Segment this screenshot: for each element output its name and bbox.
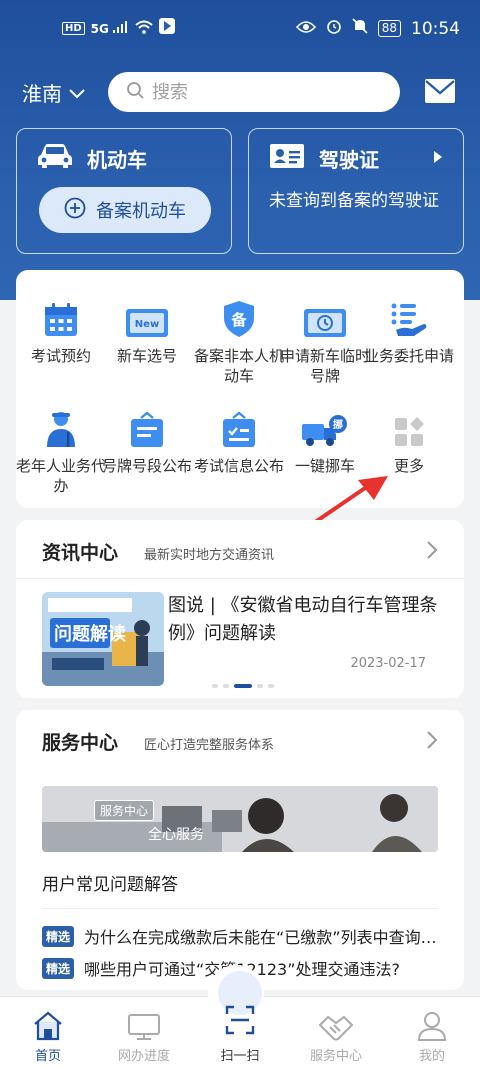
featured-badge: 精选 bbox=[42, 957, 75, 979]
svg-text:挪: 挪 bbox=[333, 418, 343, 431]
carousel-dot-active bbox=[234, 684, 252, 688]
carousel-dots bbox=[212, 684, 274, 688]
carousel-dot bbox=[257, 684, 263, 688]
tab-profile[interactable]: 我的 bbox=[384, 997, 480, 1064]
service-more[interactable]: 更多 bbox=[364, 404, 454, 476]
search-bar[interactable] bbox=[108, 72, 400, 112]
service-elderly[interactable]: 老年人业务代办 bbox=[16, 404, 106, 496]
svg-text:New: New bbox=[135, 319, 159, 330]
exam-notice-icon bbox=[194, 404, 284, 448]
service-register-others-vehicle[interactable]: 备 备案非本人机动车 bbox=[194, 294, 284, 386]
tab-home[interactable]: 首页 bbox=[0, 997, 96, 1064]
tab-progress[interactable]: 网办进度 bbox=[96, 997, 192, 1064]
app-notification-icon bbox=[159, 18, 176, 39]
search-icon bbox=[126, 81, 144, 103]
tab-scan[interactable]: 扫一扫 bbox=[192, 965, 288, 1064]
carousel-dot bbox=[268, 684, 274, 688]
delegate-icon bbox=[364, 294, 454, 338]
wifi-icon bbox=[135, 19, 153, 39]
service-exam-booking[interactable]: 考试预约 bbox=[16, 294, 106, 366]
service-delegate[interactable]: 业务委托申请 bbox=[364, 294, 454, 366]
service-exam-notice[interactable]: 考试信息公布 bbox=[194, 404, 284, 476]
license-card[interactable]: 驾驶证 未查询到备案的驾驶证 bbox=[248, 128, 464, 254]
scan-icon bbox=[192, 997, 288, 1041]
faq-title[interactable]: 用户常见问题解答 bbox=[42, 870, 178, 895]
news-section-title: 资讯中心 bbox=[42, 542, 119, 564]
service-banner-text: 全心服务 bbox=[148, 827, 204, 843]
eye-icon bbox=[295, 19, 316, 39]
service-temp-plate[interactable]: 申请新车临时号牌 bbox=[280, 294, 370, 386]
mail-icon[interactable] bbox=[424, 78, 456, 108]
move-car-icon: 挪 bbox=[280, 404, 370, 448]
monitor-icon bbox=[96, 997, 192, 1041]
service-section-subtitle: 匠心打造完整服务体系 bbox=[144, 738, 275, 753]
news-thumbnail[interactable]: 问题解读 bbox=[42, 592, 164, 686]
id-card-icon bbox=[269, 143, 305, 174]
news-headline[interactable]: 图说 | 《安徽省电动自行车管理条例》问题解读 bbox=[168, 592, 440, 648]
faq-question: 为什么在完成缴款后未能在“已缴款”列表中查询… bbox=[84, 928, 437, 947]
chevron-right-icon[interactable] bbox=[426, 540, 438, 564]
news-thumbnail-caption: 问题解读 bbox=[54, 624, 126, 645]
city-selector[interactable]: 淮南 bbox=[22, 78, 86, 107]
new-plate-icon: New bbox=[102, 294, 192, 338]
network-indicator: 5G bbox=[91, 21, 129, 36]
temp-plate-icon bbox=[280, 294, 370, 338]
home-icon bbox=[0, 997, 96, 1041]
clock: 10:54 bbox=[411, 18, 460, 39]
news-center-card[interactable]: 资讯中心 最新实时地方交通资讯 问题解读 图说 | 《安徽省电动自行车管理条例》… bbox=[16, 520, 464, 698]
carousel-dot bbox=[223, 684, 229, 688]
featured-badge: 精选 bbox=[42, 925, 75, 947]
hd-indicator: HD bbox=[62, 22, 85, 35]
divider bbox=[16, 578, 464, 579]
status-bar: HD 5G 88 10:54 bbox=[0, 0, 480, 56]
search-input[interactable] bbox=[152, 81, 372, 103]
service-new-plate[interactable]: New 新车选号 bbox=[102, 294, 192, 366]
service-section-title: 服务中心 bbox=[42, 732, 119, 754]
service-banner[interactable]: 服务中心 全心服务 bbox=[42, 786, 438, 852]
carousel-dot bbox=[212, 684, 218, 688]
user-icon bbox=[384, 997, 480, 1041]
mute-icon bbox=[352, 18, 368, 39]
services-grid: 考试预约 New 新车选号 备 备案非本人机动车 申请新车临时号牌 业务委托申请… bbox=[16, 270, 464, 508]
service-plate-notice[interactable]: 号牌号段公布 bbox=[102, 404, 192, 476]
faq-item[interactable]: 精选 为什么在完成缴款后未能在“已缴款”列表中查询… bbox=[42, 924, 442, 948]
vehicle-card-title: 机动车 bbox=[37, 143, 147, 174]
chevron-right-icon[interactable] bbox=[426, 730, 438, 754]
news-section-subtitle: 最新实时地方交通资讯 bbox=[144, 548, 275, 563]
shield-register-icon: 备 bbox=[194, 294, 284, 338]
svg-text:备: 备 bbox=[230, 311, 247, 329]
news-date: 2023-02-17 bbox=[350, 656, 426, 671]
alarm-icon bbox=[326, 18, 342, 39]
plus-circle-icon bbox=[64, 197, 86, 224]
service-banner-tag: 服务中心 bbox=[94, 800, 155, 821]
bottom-tab-bar: 首页 网办进度 扫一扫 服务中心 我的 bbox=[0, 965, 480, 1067]
battery-indicator: 88 bbox=[377, 20, 401, 37]
vehicle-card[interactable]: 机动车 备案机动车 bbox=[16, 128, 232, 254]
divider bbox=[42, 908, 438, 909]
handshake-icon bbox=[288, 997, 384, 1041]
chevron-right-icon bbox=[433, 149, 443, 168]
car-icon bbox=[37, 143, 73, 174]
service-center-card[interactable]: 服务中心 匠心打造完整服务体系 服务中心 全心服务 用户常见问题解答 精选 为什… bbox=[16, 710, 464, 990]
tab-service-center[interactable]: 服务中心 bbox=[288, 997, 384, 1064]
license-status-text: 未查询到备案的驾驶证 bbox=[269, 191, 439, 211]
license-card-title: 驾驶证 bbox=[269, 143, 379, 174]
top-bar: 淮南 bbox=[0, 70, 480, 114]
elderly-icon bbox=[16, 404, 106, 448]
calendar-icon bbox=[16, 294, 106, 338]
service-move-car[interactable]: 挪 一键挪车 bbox=[280, 404, 370, 476]
register-vehicle-button[interactable]: 备案机动车 bbox=[39, 187, 211, 233]
city-label: 淮南 bbox=[22, 82, 62, 106]
more-grid-icon bbox=[364, 404, 454, 448]
plate-notice-icon bbox=[102, 404, 192, 448]
chevron-down-icon bbox=[68, 81, 86, 105]
